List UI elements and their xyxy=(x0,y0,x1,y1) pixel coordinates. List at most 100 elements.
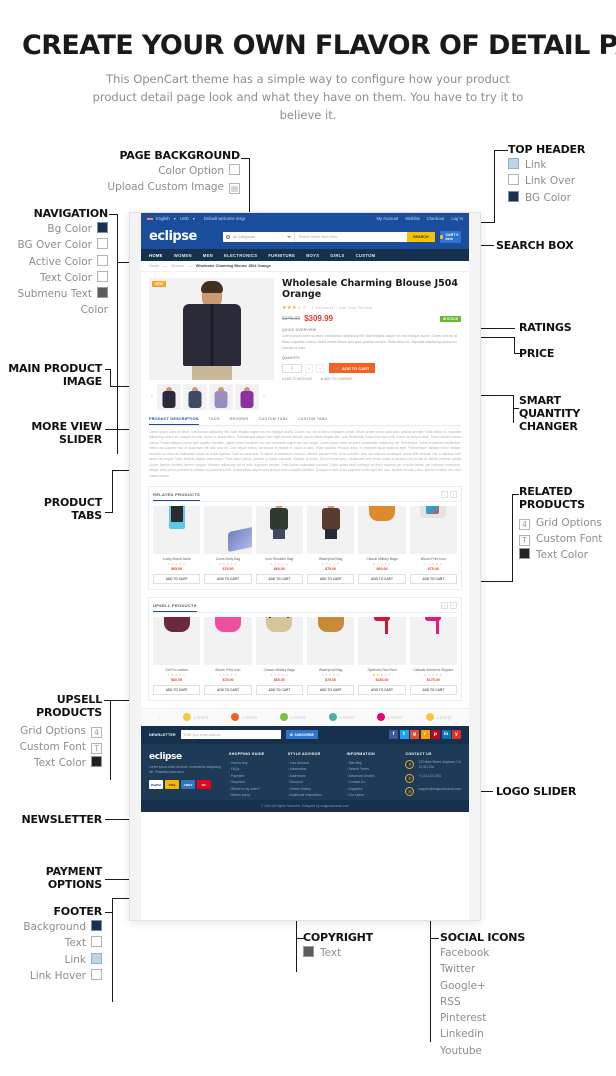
youtube-icon[interactable]: y xyxy=(452,730,461,740)
footer-link[interactable]: Additional Information xyxy=(288,792,341,798)
add-to-cart-button[interactable]: ADD TO CART xyxy=(204,684,252,695)
twitter-icon[interactable]: t xyxy=(399,730,409,740)
upload-image-icon[interactable]: ▤ xyxy=(229,183,240,195)
nav-item-electronics[interactable]: ELECTRONICS xyxy=(224,253,257,258)
brand-logo-item[interactable]: LOGO xyxy=(182,713,209,722)
main-product-image[interactable]: NEW xyxy=(149,278,274,380)
brand-logo-item[interactable]: LOGO xyxy=(425,713,452,722)
add-to-compare-link[interactable]: ⇄ ADD TO COMPARE xyxy=(320,377,352,381)
newsletter-subscribe-button[interactable]: ✉ SUBSCRIBE xyxy=(285,730,318,740)
site-logo[interactable]: eclipse xyxy=(149,229,197,244)
product-card[interactable]: Bloom Print Icon ★★★★★ $75.00 ADD TO CAR… xyxy=(204,616,252,695)
color-swatch-empty[interactable] xyxy=(97,238,108,250)
product-card[interactable]: Waterproof Bag ★★★★★ $75.00 ADD TO CART xyxy=(306,505,355,584)
color-swatch-dark-blue[interactable] xyxy=(91,919,102,931)
nav-item-furniture[interactable]: FURNITURE xyxy=(268,253,295,258)
tab-product-description[interactable]: PRODUCT DESCRIPTION xyxy=(149,417,199,425)
color-swatch-gray[interactable] xyxy=(97,287,108,299)
color-swatch-light-blue[interactable] xyxy=(508,157,519,169)
product-card[interactable]: Classic Military Bags ★★★★★ $60.00 ADD T… xyxy=(255,616,303,695)
add-to-cart-button[interactable]: ADD TO CART xyxy=(153,684,201,695)
tab-custom-tab1[interactable]: CUSTOM TAB1 xyxy=(259,417,288,425)
color-swatch-light-blue[interactable] xyxy=(91,952,102,964)
custom-font-icon[interactable]: T xyxy=(519,535,530,547)
google-plus-icon[interactable]: g xyxy=(410,730,419,740)
paypal-icon[interactable]: PayPal xyxy=(149,780,163,790)
topbar-link-wishlist[interactable]: Wishlist xyxy=(405,216,419,221)
nav-item-home[interactable]: HOME xyxy=(149,253,163,258)
color-swatch-dark-blue[interactable] xyxy=(97,221,108,233)
thumb-next-arrow[interactable]: › xyxy=(261,394,267,400)
brand-logo-item[interactable]: LOGO xyxy=(231,713,257,722)
nav-item-girls[interactable]: GIRLS xyxy=(330,253,344,258)
color-swatch-empty[interactable] xyxy=(91,968,102,980)
breadcrumb-home[interactable]: Home xyxy=(149,264,159,268)
product-card[interactable]: Lucky Brand Janis ★★★★★ $65.00 ADD TO CA… xyxy=(153,505,201,584)
color-swatch-empty[interactable] xyxy=(91,936,102,948)
topbar-link-checkout[interactable]: Checkout xyxy=(427,216,445,221)
brand-logo-item[interactable]: LOGO xyxy=(377,713,403,722)
color-swatch-empty[interactable] xyxy=(229,163,240,175)
linkedin-icon[interactable]: in xyxy=(441,730,451,740)
add-to-wishlist-link[interactable]: ♥ ADD TO WISHLIST xyxy=(282,377,312,381)
review-link[interactable]: 1 Review(s) | Add Your Review xyxy=(312,306,373,310)
rss-icon[interactable]: r xyxy=(420,730,430,740)
product-card[interactable]: Synthetic Red Heel ★★★★★ $150.00 ADD TO … xyxy=(358,616,406,695)
tab-custom-tab2[interactable]: CUSTOM TAB2 xyxy=(298,417,327,425)
carousel-prev-button[interactable]: ‹ xyxy=(441,490,448,498)
currency-selector[interactable]: USD xyxy=(180,216,189,221)
grid-options-icon[interactable]: 4 xyxy=(519,518,530,530)
newsletter-email-input[interactable]: Enter your email address xyxy=(180,730,281,740)
product-ratings[interactable]: ★★★★★ 1 Review(s) | Add Your Review xyxy=(282,305,461,311)
search-button[interactable]: SEARCH xyxy=(406,231,435,242)
product-card[interactable]: Classic Military Bags ★★★★★ $60.00 ADD T… xyxy=(358,505,406,584)
thumbnail[interactable] xyxy=(235,384,259,410)
brand-logo-item[interactable]: LOGO xyxy=(328,713,355,722)
thumbnail[interactable] xyxy=(209,384,233,410)
quantity-decrease-button[interactable]: − xyxy=(316,363,324,373)
grid-options-icon[interactable]: 4 xyxy=(91,726,102,738)
product-card[interactable]: Girl Pu Leather ★★★★★ $60.00 ADD TO CART xyxy=(153,616,201,695)
color-swatch-black[interactable] xyxy=(519,548,530,560)
mastercard-icon[interactable]: MC xyxy=(197,780,211,790)
product-card[interactable]: Cross Body Bag ★★★★★ $75.00 ADD TO CART xyxy=(204,505,252,584)
pinterest-icon[interactable]: p xyxy=(431,730,440,740)
add-to-cart-button[interactable]: ADD TO CART xyxy=(306,684,355,695)
quantity-increase-button[interactable]: + xyxy=(305,363,313,373)
visa-icon[interactable]: VISA xyxy=(165,780,179,790)
product-card[interactable]: Bloom Print Icon ★★★★★ $75.00 ADD TO CAR… xyxy=(409,505,457,584)
add-to-cart-button[interactable]: ADD TO CART xyxy=(409,573,457,584)
color-swatch-empty[interactable] xyxy=(508,174,519,186)
add-to-cart-button[interactable]: ADD TO CART xyxy=(306,573,355,584)
add-to-cart-button[interactable]: ADD TO CART xyxy=(204,573,252,584)
footer-link[interactable]: Return policy xyxy=(229,792,282,798)
nav-item-women[interactable]: WOMEN xyxy=(174,253,192,258)
product-card[interactable]: Icon Shoulder Bag ★★★★★ $60.00 ADD TO CA… xyxy=(255,505,303,584)
tab-reviews[interactable]: REVIEWS xyxy=(230,417,249,425)
add-to-cart-button[interactable]: ADD TO CART xyxy=(153,573,201,584)
topbar-link-login[interactable]: Log In xyxy=(451,216,463,221)
color-swatch-gray[interactable] xyxy=(303,945,314,957)
nav-item-men[interactable]: MEN xyxy=(203,253,213,258)
footer-link[interactable]: Our stores xyxy=(347,792,400,798)
quantity-input[interactable]: 1 xyxy=(282,363,302,373)
add-to-cart-button[interactable]: ADD TO CART xyxy=(358,684,406,695)
carousel-prev-button[interactable]: ‹ xyxy=(441,601,448,609)
color-swatch-dark-blue[interactable] xyxy=(508,190,519,202)
color-swatch-empty[interactable] xyxy=(97,270,108,282)
search-input[interactable]: Search entire store here... xyxy=(294,231,407,242)
breadcrumb-women[interactable]: Women xyxy=(171,264,184,268)
facebook-icon[interactable]: f xyxy=(389,730,398,740)
add-to-cart-button[interactable]: 🛒 ADD TO CART xyxy=(329,363,376,374)
color-swatch-black[interactable] xyxy=(91,756,102,768)
product-card[interactable]: Catwalk Women's Slippers ★★★★★ $175.00 A… xyxy=(409,616,457,695)
language-selector[interactable]: English xyxy=(156,216,170,221)
topbar-link-my-account[interactable]: My Account xyxy=(377,216,399,221)
add-to-cart-button[interactable]: ADD TO CART xyxy=(255,573,303,584)
cart-button[interactable]: CART 0 item xyxy=(439,230,461,243)
color-swatch-empty[interactable] xyxy=(97,254,108,266)
carousel-next-button[interactable]: › xyxy=(450,490,457,498)
add-to-cart-button[interactable]: ADD TO CART xyxy=(255,684,303,695)
amex-icon[interactable]: AMEX xyxy=(181,780,195,790)
thumb-prev-arrow[interactable]: ‹ xyxy=(149,394,155,400)
